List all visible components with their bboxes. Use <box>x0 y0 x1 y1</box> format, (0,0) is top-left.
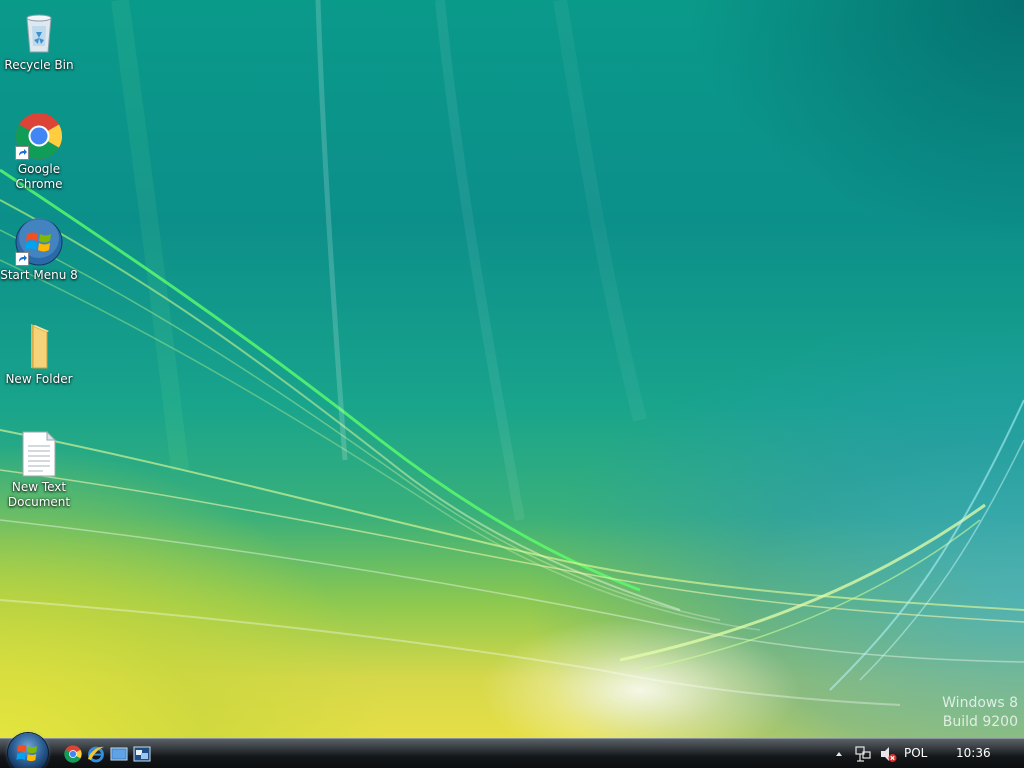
taskbar: POL 10:36 <box>0 733 1024 768</box>
desktop-icon-label: New Text Document <box>7 480 71 509</box>
show-desktop-icon[interactable] <box>110 745 128 763</box>
network-icon[interactable] <box>854 739 872 768</box>
desktop-icon-label: Recycle Bin <box>4 58 74 72</box>
volume-muted-icon[interactable] <box>879 739 897 768</box>
watermark-line-2: Build 9200 <box>942 714 1018 730</box>
switch-windows-icon[interactable] <box>133 745 151 763</box>
text-document-icon <box>15 430 63 478</box>
recycle-bin-icon <box>15 8 63 56</box>
start-button[interactable] <box>8 733 48 768</box>
desktop-icon-google-chrome[interactable]: Google Chrome <box>0 112 78 192</box>
show-hidden-icons-chevron-icon[interactable] <box>834 739 846 768</box>
desktop-icon-recycle-bin[interactable]: Recycle Bin <box>0 8 78 73</box>
windows-build-watermark: Windows 8 Build 9200 <box>942 694 1018 732</box>
chrome-icon <box>15 112 63 160</box>
chrome-icon[interactable] <box>64 745 82 763</box>
shortcut-arrow-icon <box>15 146 29 160</box>
windows-orb-icon <box>15 218 63 266</box>
desktop-icon-new-folder[interactable]: New Folder <box>0 322 78 387</box>
desktop-wallpaper: Windows 8 Build 9200 <box>0 0 1024 738</box>
desktop-icon-new-text-document[interactable]: New Text Document <box>0 430 78 510</box>
desktop-icon-label: Google Chrome <box>15 162 63 191</box>
internet-explorer-icon[interactable] <box>87 745 105 763</box>
shortcut-arrow-icon <box>15 252 29 266</box>
desktop-icon-label: New Folder <box>5 372 73 386</box>
windows-logo-icon <box>16 744 37 762</box>
input-language-indicator[interactable]: POL <box>904 739 934 768</box>
desktop-icon-start-menu-8[interactable]: Start Menu 8 <box>0 218 78 283</box>
watermark-line-1: Windows 8 <box>942 695 1018 711</box>
taskbar-clock[interactable]: 10:36 <box>956 739 991 768</box>
aurora-wave-lines <box>0 0 1024 706</box>
folder-icon <box>15 322 63 370</box>
desktop-icon-label: Start Menu 8 <box>0 268 78 282</box>
